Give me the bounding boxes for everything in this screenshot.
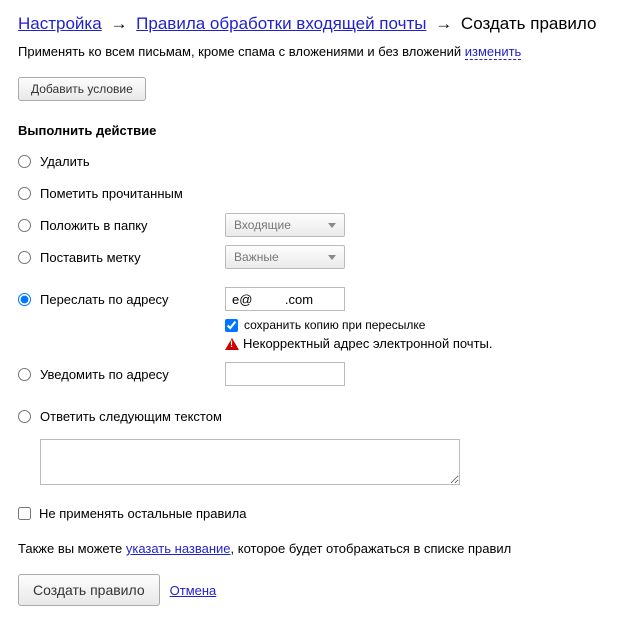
create-rule-button[interactable]: Создать правило — [18, 574, 160, 606]
action-notify-radio[interactable] — [18, 368, 31, 381]
folder-select[interactable]: Входящие — [225, 213, 345, 237]
specify-name-link[interactable]: указать название — [126, 541, 231, 556]
keep-copy-label: сохранить копию при пересылке — [244, 318, 425, 332]
action-reply-label: Ответить следующим текстом — [40, 409, 222, 424]
warning-icon — [225, 338, 239, 350]
breadcrumb-current: Создать правило — [461, 14, 597, 33]
action-delete-radio[interactable] — [18, 155, 31, 168]
reply-text-input[interactable] — [40, 439, 460, 485]
no-other-rules-checkbox[interactable] — [18, 507, 31, 520]
action-forward-radio[interactable] — [18, 293, 31, 306]
change-filter-link[interactable]: изменить — [465, 44, 522, 60]
label-select[interactable]: Важные — [225, 245, 345, 269]
action-reply-radio[interactable] — [18, 410, 31, 423]
action-forward-label: Переслать по адресу — [40, 292, 225, 307]
no-other-rules-label: Не применять остальные правила — [39, 506, 246, 521]
perform-action-heading: Выполнить действие — [18, 123, 620, 138]
info-pre: Также вы можете — [18, 541, 126, 556]
action-mark-read-radio[interactable] — [18, 187, 31, 200]
arrow-icon: → — [110, 14, 127, 33]
folder-select-value: Входящие — [234, 218, 291, 232]
cancel-link[interactable]: Отмена — [170, 583, 217, 598]
chevron-down-icon — [328, 223, 336, 228]
action-mark-read-label: Пометить прочитанным — [40, 186, 225, 201]
action-notify-label: Уведомить по адресу — [40, 367, 225, 382]
action-set-label-label: Поставить метку — [40, 250, 225, 265]
action-delete-label: Удалить — [40, 154, 225, 169]
notify-address-input[interactable] — [225, 362, 345, 386]
keep-copy-checkbox[interactable] — [225, 319, 238, 332]
label-select-value: Важные — [234, 250, 279, 264]
add-condition-button[interactable]: Добавить условие — [18, 77, 146, 101]
info-post: , которое будет отображаться в списке пр… — [231, 541, 512, 556]
breadcrumb-settings-link[interactable]: Настройка — [18, 14, 102, 33]
action-move-folder-radio[interactable] — [18, 219, 31, 232]
arrow-icon: → — [435, 14, 452, 33]
action-move-folder-label: Положить в папку — [40, 218, 225, 233]
forward-address-input[interactable] — [225, 287, 345, 311]
breadcrumb: Настройка → Правила обработки входящей п… — [18, 14, 620, 34]
chevron-down-icon — [328, 255, 336, 260]
apply-filter-row: Применять ко всем письмам, кроме спама с… — [18, 44, 620, 59]
action-set-label-radio[interactable] — [18, 251, 31, 264]
apply-filter-text: Применять ко всем письмам, кроме спама с… — [18, 44, 465, 59]
rule-name-info: Также вы можете указать название, которо… — [18, 541, 620, 556]
breadcrumb-rules-link[interactable]: Правила обработки входящей почты — [136, 14, 426, 33]
invalid-email-text: Некорректный адрес электронной почты. — [243, 336, 492, 351]
